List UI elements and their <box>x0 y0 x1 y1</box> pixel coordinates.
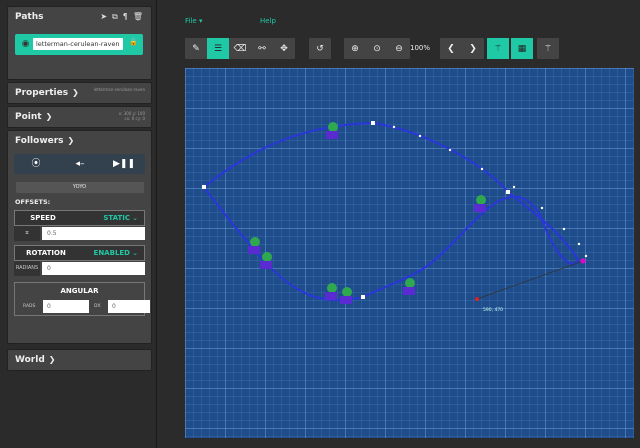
follower-sprite[interactable] <box>403 278 415 295</box>
path-dot <box>512 185 516 189</box>
control-point[interactable] <box>580 258 586 264</box>
path-node[interactable] <box>361 295 365 299</box>
path-dot <box>448 148 452 152</box>
path-dot <box>562 227 566 231</box>
follower-sprite[interactable] <box>340 287 352 304</box>
path-node[interactable] <box>506 190 510 194</box>
path-dot <box>418 134 422 138</box>
path-node[interactable] <box>202 185 206 189</box>
follower-sprite[interactable] <box>325 283 337 300</box>
path-dot <box>577 242 581 246</box>
path-dot <box>540 206 544 210</box>
path-overlay <box>202 121 588 304</box>
follower-sprite[interactable] <box>474 195 486 212</box>
path-curve <box>202 121 580 302</box>
tangent-line <box>476 260 584 300</box>
follower-sprite[interactable] <box>260 252 272 269</box>
path-dot <box>392 125 396 129</box>
path-dot <box>480 167 484 171</box>
cursor-coords: 590, 470 <box>483 308 504 313</box>
anchor-point[interactable] <box>475 297 479 301</box>
path-node[interactable] <box>371 121 375 125</box>
follower-sprite[interactable] <box>326 122 338 139</box>
path-dot <box>584 254 588 258</box>
